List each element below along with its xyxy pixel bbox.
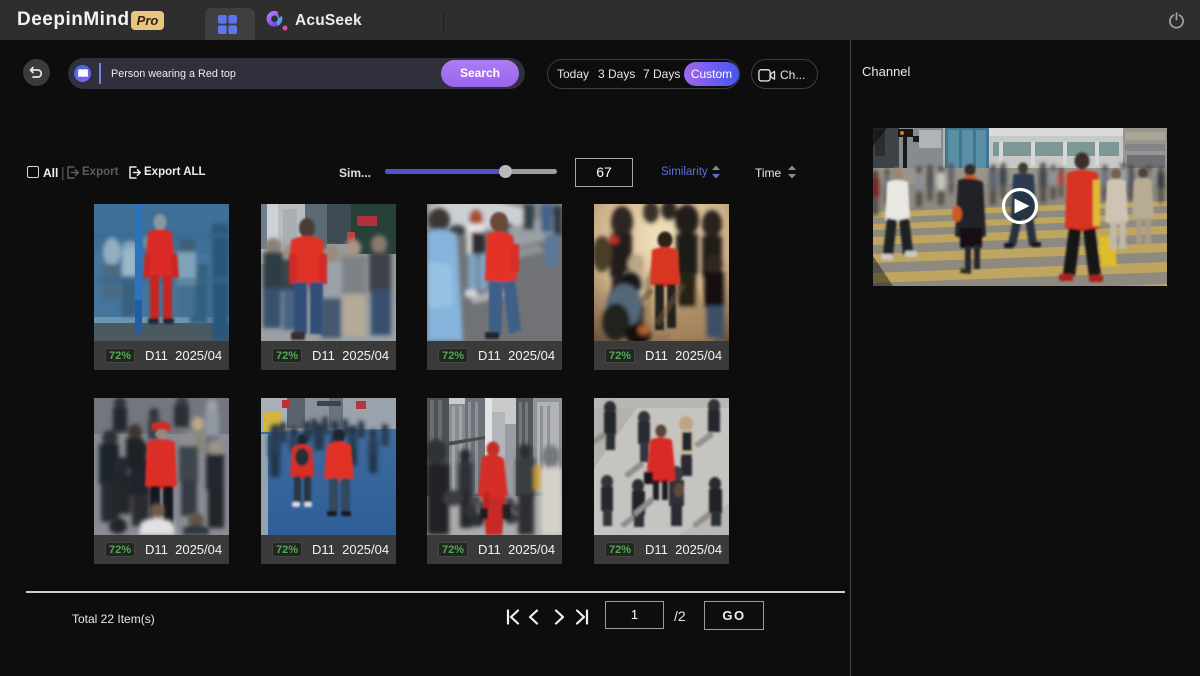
- svg-text:AcuSeek: AcuSeek: [295, 12, 362, 29]
